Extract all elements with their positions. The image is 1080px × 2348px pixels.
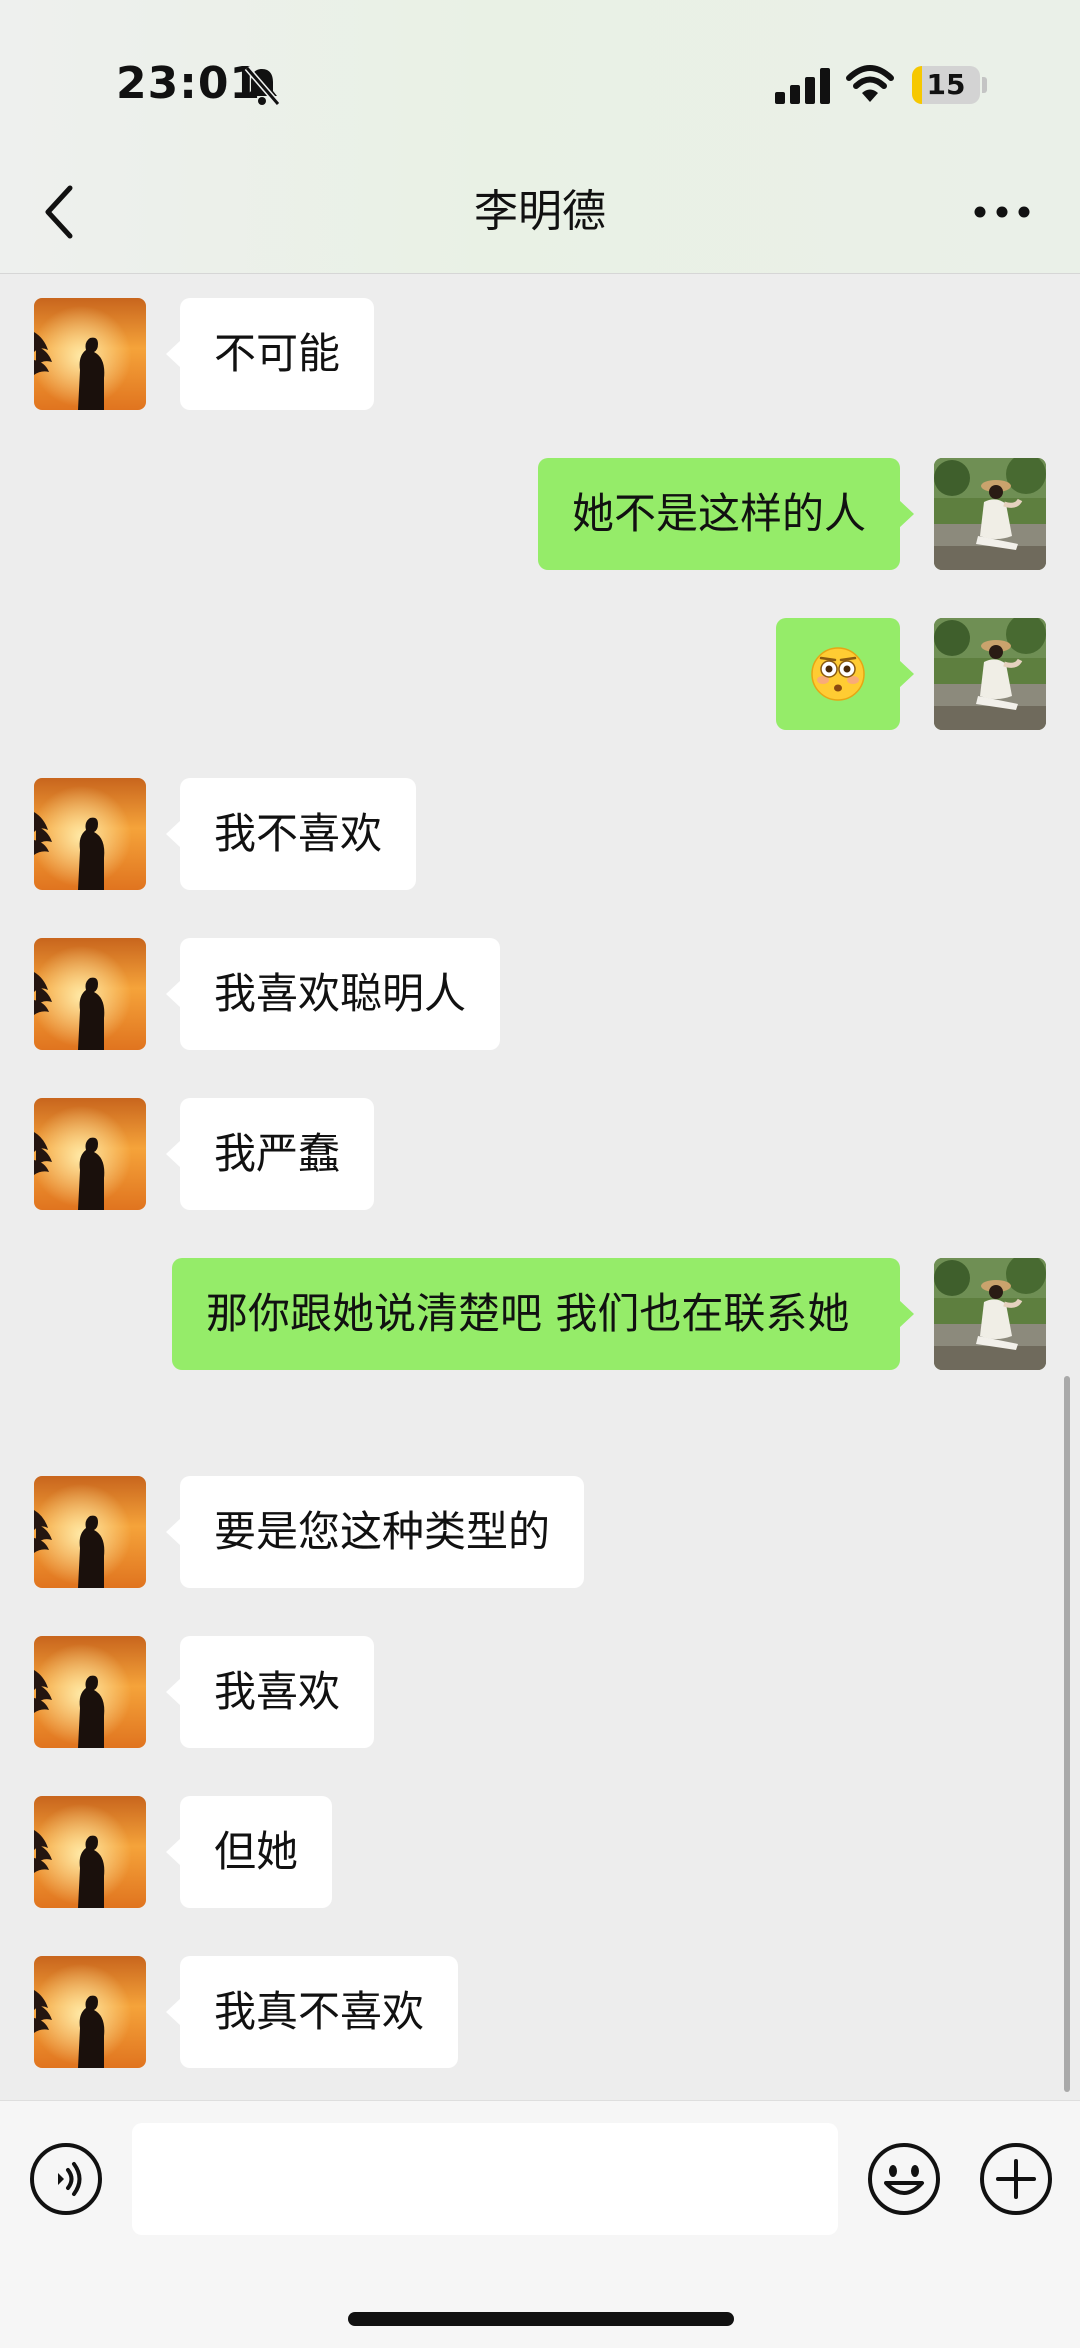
- contact-avatar[interactable]: [34, 298, 146, 410]
- battery-level: 15: [926, 68, 966, 101]
- message-bubble[interactable]: 要是您这种类型的: [165, 1476, 585, 1588]
- status-bar: 23:01 15: [0, 0, 1080, 150]
- contact-avatar[interactable]: [34, 1956, 146, 2068]
- plus-icon[interactable]: [978, 2141, 1054, 2217]
- chat-header: 李明德: [0, 150, 1080, 274]
- chat-scrollbar[interactable]: [1064, 1376, 1070, 2092]
- chat-screen: 23:01 15 李明德 不可能 她不是这样的人 我不喜欢 我喜欢聪明人 我严蠢…: [0, 0, 1080, 2348]
- chat-title: 李明德: [474, 186, 606, 237]
- my-avatar[interactable]: [934, 618, 1046, 730]
- wifi-icon: [846, 65, 894, 102]
- message-bubble[interactable]: 她不是这样的人: [537, 458, 915, 570]
- message-bubble[interactable]: 我喜欢: [165, 1636, 375, 1748]
- status-time: 23:01: [116, 58, 262, 109]
- my-avatar[interactable]: [934, 1258, 1046, 1370]
- emoji-icon[interactable]: [866, 2141, 942, 2217]
- message-bubble[interactable]: 我真不喜欢: [165, 1956, 459, 2068]
- message-bubble[interactable]: 我严蠢: [165, 1098, 375, 1210]
- message-list[interactable]: 不可能 她不是这样的人 我不喜欢 我喜欢聪明人 我严蠢 那你跟她说清楚吧 我们也…: [0, 274, 1080, 2100]
- chevron-left-icon[interactable]: [38, 182, 82, 242]
- message-bubble[interactable]: 但她: [165, 1796, 333, 1908]
- message-bubble[interactable]: 不可能: [165, 298, 375, 410]
- contact-avatar[interactable]: [34, 778, 146, 890]
- battery-icon: 15: [912, 66, 980, 104]
- home-indicator[interactable]: [348, 2312, 734, 2326]
- message-input[interactable]: [132, 2123, 838, 2235]
- message-bubble-emoji[interactable]: [776, 618, 914, 730]
- message-bubble[interactable]: 我喜欢聪明人: [165, 938, 501, 1050]
- contact-avatar[interactable]: [34, 1636, 146, 1748]
- contact-avatar[interactable]: [34, 938, 146, 1050]
- more-dots-icon[interactable]: [972, 190, 1032, 234]
- signal-icon: [775, 68, 830, 104]
- voice-icon[interactable]: [28, 2141, 104, 2217]
- message-bubble[interactable]: 我不喜欢: [165, 778, 417, 890]
- my-avatar[interactable]: [934, 458, 1046, 570]
- flushed-face-emoji: [811, 647, 865, 701]
- input-bar: [0, 2100, 1080, 2348]
- contact-avatar[interactable]: [34, 1476, 146, 1588]
- contact-avatar[interactable]: [34, 1098, 146, 1210]
- bell-slash-icon: [244, 66, 281, 106]
- battery-nub: [982, 77, 987, 93]
- message-bubble[interactable]: 那你跟她说清楚吧 我们也在联系她: [172, 1258, 914, 1370]
- contact-avatar[interactable]: [34, 1796, 146, 1908]
